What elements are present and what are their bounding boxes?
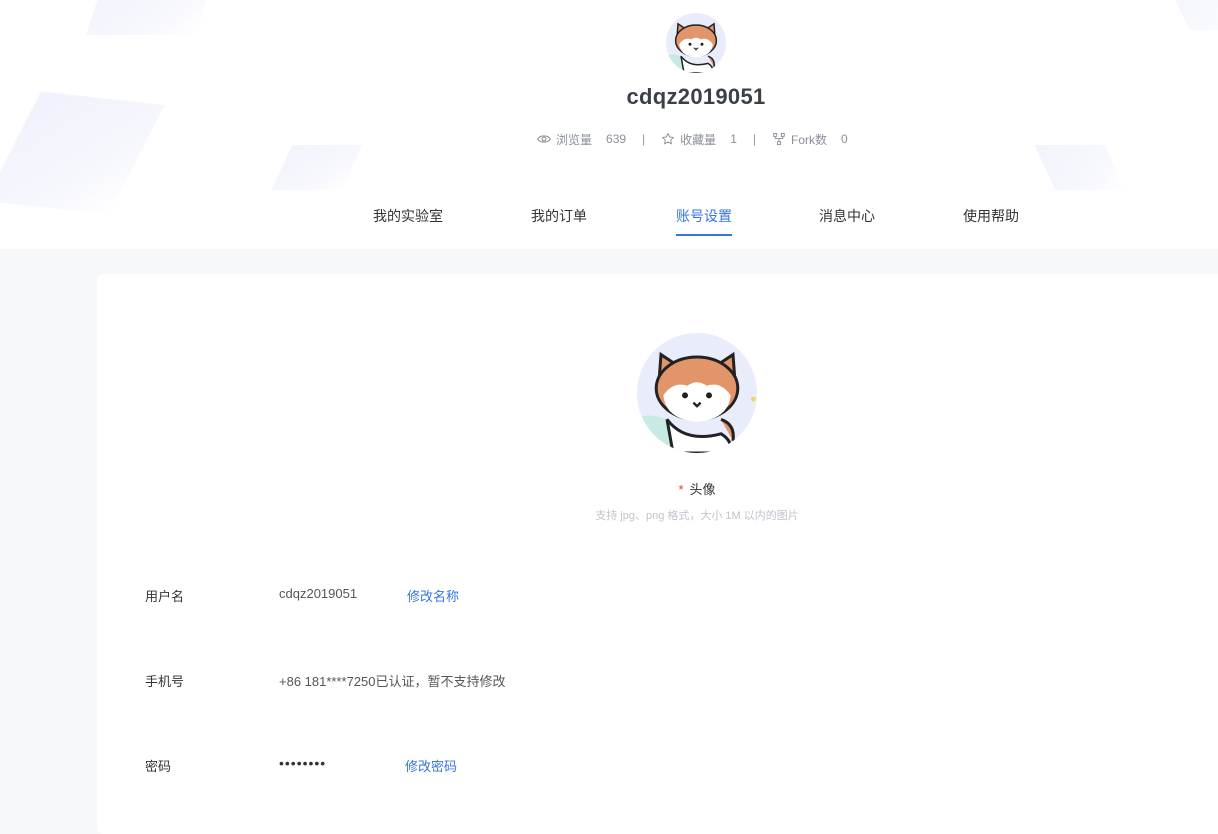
cat-avatar-icon [637,333,757,453]
avatar-hint: 支持 jpg、png 格式，大小 1M 以内的图片 [595,510,799,522]
star-icon [662,132,675,145]
stat-value: 1 [730,132,737,146]
profile-header: cdqz2019051 浏览量 639 | 收藏量 1 | Fork数 0 我的… [0,0,1218,249]
background-decoration [86,0,214,35]
avatar-field-label: * 头像 [97,479,1218,498]
page-title: cdqz2019051 [626,84,766,109]
phone-value: +86 181****7250已认证，暂不支持修改 [279,674,506,689]
fork-icon [773,132,785,146]
tab-my-lab[interactable]: 我的实验室 [373,206,443,234]
stat-favorites: 收藏量 1 [661,131,737,148]
background-decoration [1170,0,1218,30]
required-mark: * [678,482,684,497]
password-label: 密码 [145,759,172,774]
password-value: •••••••• [279,755,327,771]
account-settings-panel: * 头像 支持 jpg、png 格式，大小 1M 以内的图片 用户名 cdqz20… [97,274,1218,834]
background-decoration [1034,145,1126,190]
stat-label: 浏览量 [556,132,593,147]
profile-tabs: 我的实验室 我的订单 账号设置 消息中心 使用帮助 [0,206,1218,236]
divider: | [642,132,646,146]
phone-label: 手机号 [145,674,185,689]
background-decoration [271,145,363,190]
username-label: 用户名 [145,589,185,604]
tab-my-orders[interactable]: 我的订单 [531,206,587,234]
tab-message-center[interactable]: 消息中心 [819,206,875,234]
stat-label: 收藏量 [680,132,717,147]
stat-label: Fork数 [791,132,828,147]
avatar-upload[interactable] [637,333,757,453]
username-value: cdqz2019051 [279,586,358,601]
avatar-label-text: 头像 [689,482,716,497]
tab-help[interactable]: 使用帮助 [963,206,1019,234]
stat-value: 639 [606,132,627,146]
divider: | [752,132,756,146]
eye-icon [537,135,551,143]
avatar [666,13,726,73]
edit-name-link[interactable]: 修改名称 [407,586,459,605]
stat-views: 浏览量 639 [537,131,626,148]
profile-stats: 浏览量 639 | 收藏量 1 | Fork数 0 [537,130,848,148]
stat-forks: Fork数 0 [772,131,848,148]
cat-avatar-icon [666,13,726,73]
tab-account-settings[interactable]: 账号设置 [676,206,732,236]
stat-value: 0 [841,132,848,146]
change-password-link[interactable]: 修改密码 [405,756,457,775]
